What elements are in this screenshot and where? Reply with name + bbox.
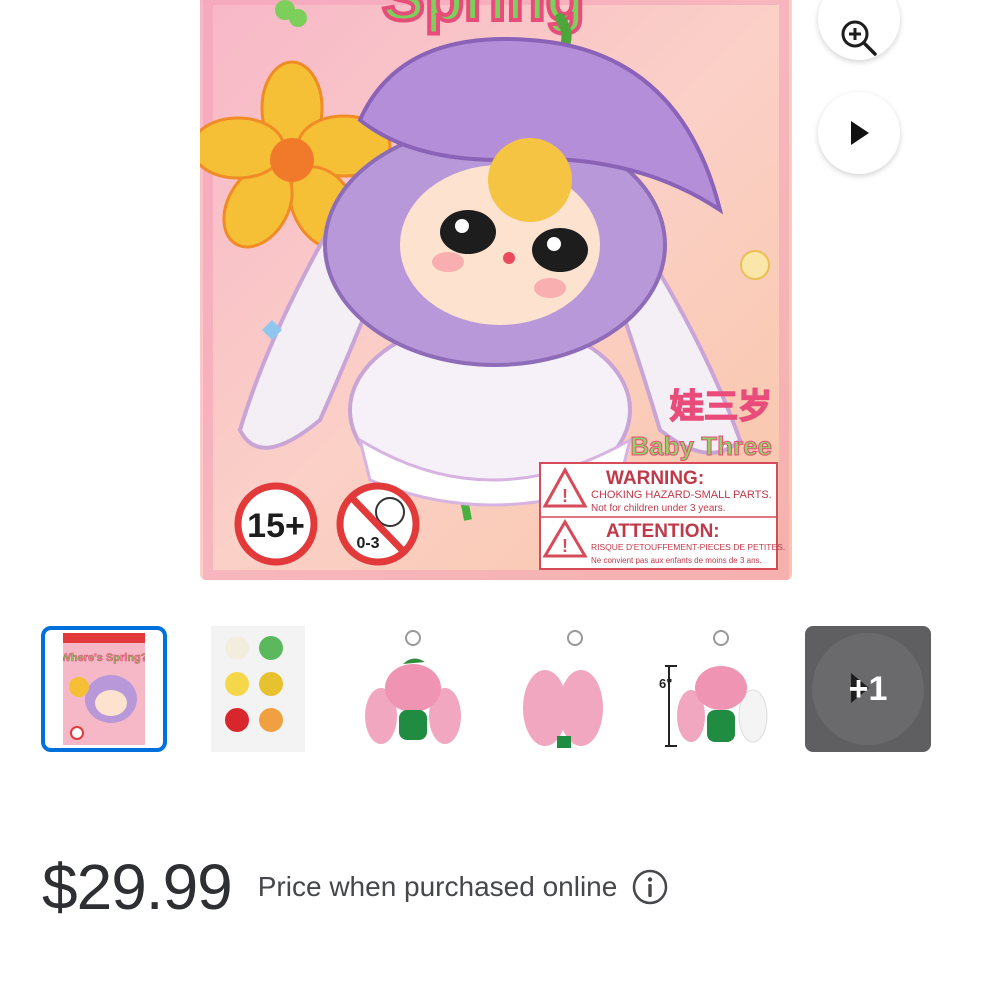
brand-cn: 娃三岁 <box>670 388 772 426</box>
age-badge: 15+ <box>247 507 305 545</box>
thumbnail-keychain-back[interactable] <box>500 626 626 752</box>
svg-text:!: ! <box>562 486 568 506</box>
thumbnail-keychain-front[interactable] <box>350 626 476 752</box>
warning-line1: CHOKING HAZARD-SMALL PARTS. <box>591 489 772 501</box>
price: $29.99 <box>42 851 233 923</box>
zoom-button[interactable] <box>818 0 900 60</box>
price-row: $29.99 Price when purchased online <box>42 842 669 932</box>
zoom-in-icon <box>841 20 877 56</box>
thumbnail-box-front[interactable]: Where's Spring? <box>41 626 167 752</box>
more-media-label: +1 <box>848 669 888 708</box>
thumbnail-keychain-size[interactable]: 6" <box>655 626 781 752</box>
play-icon <box>851 121 869 145</box>
thumbnail-collection[interactable] <box>195 626 321 752</box>
thumbnail-image: 6" <box>659 630 768 747</box>
banner-text: Spring <box>382 0 585 34</box>
thumbnail-image <box>211 626 305 752</box>
thumbnail-image <box>365 630 461 744</box>
warning-line2: Not for children under 3 years. <box>591 503 726 514</box>
size-label: 6" <box>659 676 672 691</box>
svg-text:!: ! <box>562 536 568 556</box>
thumbnail-image <box>523 630 603 748</box>
brand-en: Baby Three <box>630 431 772 461</box>
attention-line2: Ne convient pas aux enfants de moins de … <box>591 556 762 565</box>
info-icon[interactable] <box>631 868 669 906</box>
play-video-button[interactable] <box>818 92 900 174</box>
thumb-box-title: Where's Spring? <box>63 652 145 664</box>
attention-line1: RISQUE D'ETOUFFEMENT-PIECES DE PETITES. <box>591 542 785 552</box>
warning-title: WARNING: <box>606 468 704 489</box>
thumbnail-more-media[interactable]: +1 <box>805 626 931 752</box>
attention-title: ATTENTION: <box>606 521 720 542</box>
product-main-image[interactable]: Spring <box>200 0 792 580</box>
price-note: Price when purchased online <box>257 871 618 902</box>
age-forbidden: 0-3 <box>356 535 379 552</box>
thumbnail-image: Where's Spring? <box>63 633 145 745</box>
